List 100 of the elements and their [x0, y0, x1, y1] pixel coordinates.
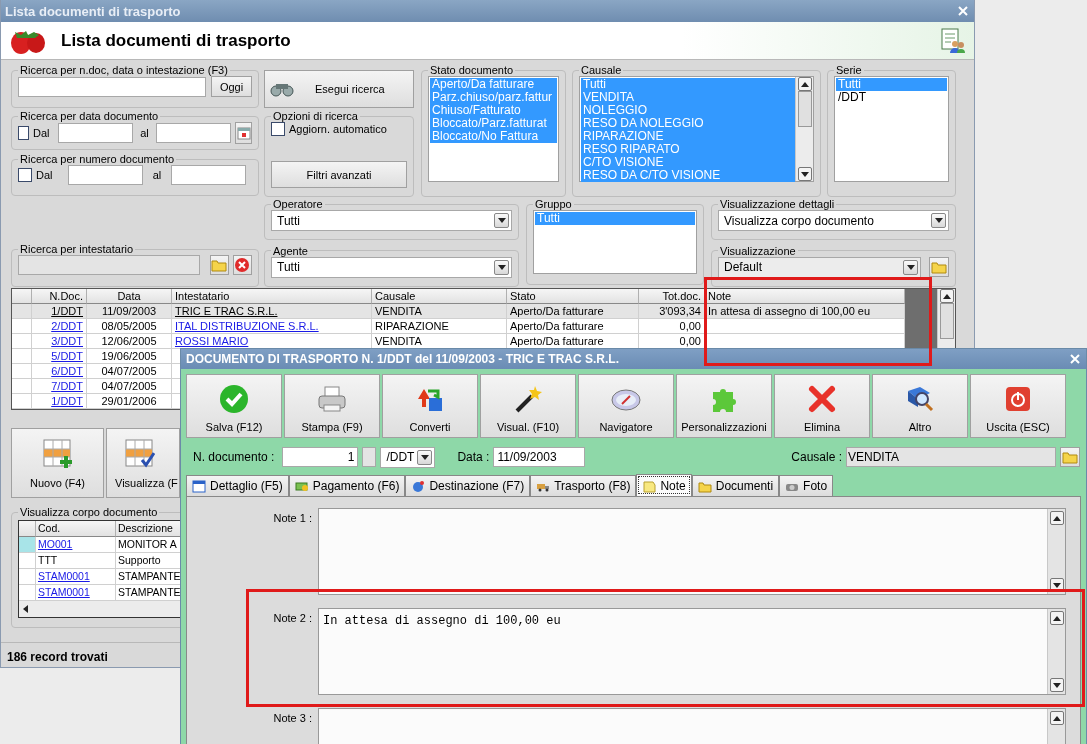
clear-button[interactable]: [232, 255, 252, 275]
column-header[interactable]: Tot.doc.: [639, 289, 705, 304]
power-icon: [1006, 387, 1030, 411]
scrollbar[interactable]: [1047, 609, 1065, 694]
binoculars-icon: [269, 81, 295, 97]
arrow-left-icon[interactable]: [23, 605, 28, 613]
document-link[interactable]: 6/DDT: [51, 365, 83, 377]
column-header[interactable]: Cod.: [36, 521, 116, 537]
document-link[interactable]: 5/DDT: [51, 350, 83, 362]
toolbar-button[interactable]: Visual. (F10): [480, 374, 576, 438]
document-link[interactable]: TRIC E TRAC S.R.L.: [175, 305, 278, 317]
window-title: DOCUMENTO DI TRASPORTO N. 1/DDT del 11/09/2003 - TRIC E TRAC S.R.L.: [186, 352, 619, 366]
browse-button[interactable]: [209, 255, 229, 275]
document-link[interactable]: 7/DDT: [51, 380, 83, 392]
search-field[interactable]: [18, 76, 207, 97]
toolbar-button[interactable]: Elimina: [774, 374, 870, 438]
document-link[interactable]: ROSSI MARIO: [175, 335, 249, 347]
browse-button[interactable]: [929, 257, 949, 277]
arrow-up-icon[interactable]: [1052, 515, 1061, 521]
folder-icon: [1062, 449, 1078, 465]
group-label: Visualizza corpo documento: [19, 506, 159, 518]
column-header[interactable]: Note: [705, 289, 905, 304]
field-label: Note 3 :: [272, 711, 312, 726]
date-field[interactable]: 11/09/2003: [493, 447, 586, 467]
tab[interactable]: Destinazione (F7): [405, 475, 531, 496]
column-header[interactable]: Causale: [372, 289, 507, 304]
product-link[interactable]: MO001: [38, 538, 73, 550]
column-header[interactable]: Data: [87, 289, 172, 304]
today-button[interactable]: Oggi: [211, 76, 252, 97]
document-link[interactable]: ITAL DISTRIBUZIONE S.R.L.: [175, 320, 319, 332]
arrow-down-icon[interactable]: [800, 171, 809, 177]
list-item[interactable]: /DDT: [836, 91, 947, 104]
toolbar-button[interactable]: Uscita (ESC): [970, 374, 1066, 438]
close-icon[interactable]: [1070, 354, 1080, 364]
printer-icon: [318, 386, 346, 412]
window-title: Lista documenti di trasporto: [5, 3, 181, 19]
camera-icon: [786, 484, 799, 491]
document-link[interactable]: 1/DDT: [51, 395, 83, 407]
checkbox[interactable]: [271, 122, 285, 136]
tab[interactable]: Note: [636, 474, 692, 496]
checkbox[interactable]: [18, 126, 29, 140]
scrollbar[interactable]: [1047, 509, 1065, 594]
toolbar-button[interactable]: Salva (F12): [186, 374, 282, 438]
dropdown[interactable]: Tutti: [271, 210, 512, 231]
number-field[interactable]: [68, 165, 143, 185]
arrow-up-icon[interactable]: [942, 293, 951, 299]
document-link[interactable]: 1/DDT: [51, 305, 83, 317]
scrollbar[interactable]: [19, 601, 182, 617]
toolbar-button[interactable]: Altro: [872, 374, 968, 438]
column-header[interactable]: N.Doc.: [32, 289, 87, 304]
toolbar-button[interactable]: Navigatore: [578, 374, 674, 438]
folder-icon: [931, 259, 948, 275]
product-link[interactable]: STAM0001: [38, 570, 90, 582]
product-link[interactable]: STAM0001: [38, 586, 90, 598]
column-header[interactable]: Descrizione: [116, 521, 182, 537]
dropdown[interactable]: Visualizza corpo documento: [718, 210, 949, 231]
arrow-down-icon[interactable]: [1052, 682, 1061, 688]
dropdown[interactable]: Default: [718, 256, 922, 278]
tab[interactable]: Pagamento (F6): [288, 475, 406, 496]
number-field[interactable]: [171, 165, 246, 185]
table-cell: STAMPANTE: [116, 569, 182, 585]
toolbar-button[interactable]: Converti: [382, 374, 478, 438]
arrow-up-icon[interactable]: [1052, 615, 1061, 621]
group-label: Stato documento: [429, 64, 515, 76]
tab[interactable]: Dettaglio (F5): [186, 475, 289, 496]
document-link[interactable]: 2/DDT: [51, 320, 83, 332]
tab[interactable]: Trasporto (F8): [530, 475, 637, 496]
arrow-up-icon[interactable]: [1052, 715, 1061, 721]
toolbar-button[interactable]: Stampa (F9): [284, 374, 380, 438]
calendar-button[interactable]: [235, 122, 252, 144]
arrow-up-icon[interactable]: [800, 81, 809, 87]
note-field[interactable]: [318, 508, 1066, 595]
advanced-filters-button[interactable]: Filtri avanzati: [271, 161, 407, 188]
table-cell: 3'093,34: [639, 304, 705, 319]
close-icon[interactable]: [958, 6, 968, 16]
dropdown[interactable]: Tutti: [271, 256, 512, 278]
tab[interactable]: Documenti: [691, 475, 780, 496]
series-dropdown[interactable]: /DDT: [380, 446, 436, 468]
new-button[interactable]: Nuovo (F4): [11, 428, 104, 498]
note-field[interactable]: In attesa di assegno di 100,00 eu: [318, 608, 1066, 695]
cross-icon: [809, 386, 835, 412]
report-icon[interactable]: [940, 27, 966, 54]
toolbar-button[interactable]: Personalizzazioni: [676, 374, 772, 438]
column-header[interactable]: Intestatario: [172, 289, 372, 304]
scrollbar[interactable]: [795, 77, 813, 181]
browse-button[interactable]: [1060, 447, 1080, 467]
date-field[interactable]: [156, 123, 231, 143]
reason-field[interactable]: VENDITA: [846, 447, 1056, 467]
checkbox[interactable]: [18, 168, 32, 182]
view-button[interactable]: Visualizza (F: [106, 428, 180, 498]
date-field[interactable]: [58, 123, 133, 143]
document-link[interactable]: 3/DDT: [51, 335, 83, 347]
column-header[interactable]: Stato: [507, 289, 639, 304]
table-cell: STAMPANTE: [116, 585, 182, 601]
list-box[interactable]: Tutti /DDT: [834, 76, 949, 182]
tab[interactable]: Foto: [779, 475, 834, 496]
arrow-down-icon[interactable]: [1052, 582, 1061, 588]
holder-field[interactable]: [18, 255, 200, 275]
number-field[interactable]: 1: [282, 447, 359, 467]
search-button[interactable]: Esegui ricerca: [264, 70, 414, 108]
